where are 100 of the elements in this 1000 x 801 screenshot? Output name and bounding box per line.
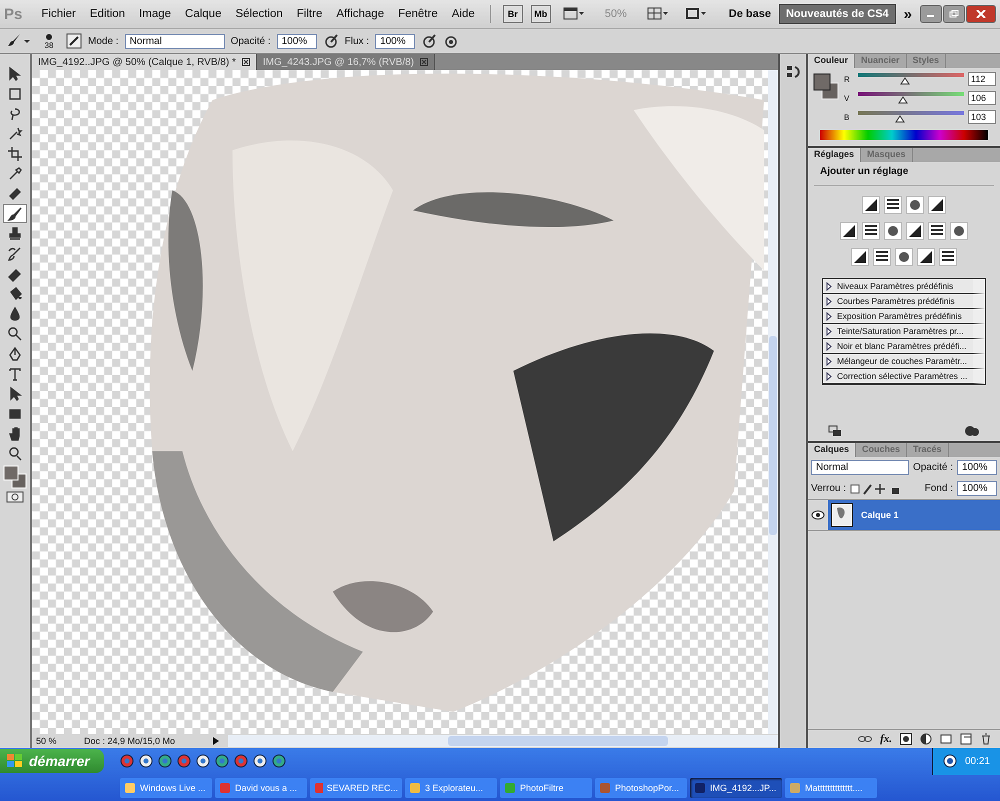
app-icon	[504, 782, 516, 794]
preset-item[interactable]: Teinte/Saturation Paramètres pr...	[823, 324, 985, 339]
mini-bridge-button[interactable]: Mb	[530, 5, 551, 23]
visibility-eye-icon[interactable]	[811, 510, 825, 520]
channel-value[interactable]: 112	[968, 72, 996, 86]
menu-item[interactable]: Fichier	[38, 8, 79, 20]
app-logo: Ps	[4, 6, 22, 22]
brush-tip-icon[interactable]	[44, 32, 54, 40]
opacity-label: Opacité :	[230, 36, 271, 46]
taskbar-button[interactable]: 3 Explorateu...	[405, 778, 497, 798]
windows-logo-icon	[6, 753, 24, 770]
channel-slider[interactable]	[858, 92, 964, 104]
preset-item[interactable]: Noir et blanc Paramètres prédéfi...	[823, 339, 985, 354]
app-icon	[219, 782, 231, 794]
lock-label: Verrou :	[811, 483, 846, 494]
panel-tab[interactable]: Réglages	[808, 148, 862, 162]
trash-icon[interactable]	[980, 733, 992, 745]
eye-icon[interactable]	[964, 425, 980, 437]
fill-label: Fond :	[924, 483, 953, 494]
mode-label: Mode :	[88, 36, 119, 46]
arrange-icon[interactable]	[646, 7, 669, 21]
new-layer-icon[interactable]	[960, 733, 972, 745]
taskbar-button[interactable]: SEVARED REC...	[310, 778, 402, 798]
color-spectrum[interactable]	[820, 130, 988, 140]
brush-size: 38	[44, 40, 54, 50]
document-size: Doc : 24,9 Mo/15,0 Mo	[84, 736, 176, 746]
mode-dropdown[interactable]: Normal	[124, 34, 225, 48]
brush-panel-icon[interactable]	[66, 33, 82, 49]
half-circle-icon[interactable]	[920, 733, 932, 745]
app-icon	[694, 782, 706, 794]
history-panel-icon[interactable]	[785, 64, 801, 80]
fill-field[interactable]: 100%	[957, 481, 997, 496]
preset-item[interactable]: Correction sélective Paramètres ...	[823, 369, 985, 384]
taskbar-button[interactable]: PhotoFiltre	[500, 778, 592, 798]
menu-item[interactable]: Affichage	[333, 8, 388, 20]
channel-value[interactable]: 106	[968, 91, 996, 105]
channel-label: R	[844, 74, 851, 84]
taskbar-button[interactable]: David vous a ...	[215, 778, 307, 798]
taskbar-button[interactable]: Matttttttttttttt....	[785, 778, 877, 798]
restore-button[interactable]	[943, 5, 965, 23]
document-tab[interactable]: IMG_4192..JPG @ 50% (Calque 1, RVB/8) *	[32, 54, 257, 70]
blend-mode-dropdown[interactable]: Normal	[811, 460, 909, 475]
color-swatches-icon[interactable]	[812, 72, 840, 102]
vertical-scrollbar[interactable]	[768, 70, 778, 734]
opacity-field[interactable]: 100%	[957, 460, 997, 475]
preset-item[interactable]: Niveaux Paramètres prédéfinis	[823, 279, 985, 294]
panel-heading: Ajouter un réglage	[814, 162, 994, 186]
minimize-button[interactable]	[920, 5, 942, 23]
tray-app-icon[interactable]	[942, 754, 957, 768]
bridge-button[interactable]: Br	[502, 5, 523, 23]
flow-label: Flux :	[344, 36, 370, 46]
channel-value[interactable]: 103	[968, 110, 996, 124]
preset-item[interactable]: Courbes Paramètres prédéfinis	[823, 294, 985, 309]
brush-icon[interactable]	[3, 204, 27, 223]
airbrush-icon[interactable]	[421, 33, 438, 49]
color-swatches-icon[interactable]	[2, 464, 28, 490]
layer-style-button[interactable]: fx.	[880, 733, 892, 745]
close-button[interactable]	[966, 5, 996, 23]
pressure-icon[interactable]	[322, 33, 339, 49]
taskbar-button[interactable]: IMG_4192...JP...	[690, 778, 782, 798]
channel-label: V	[844, 94, 850, 102]
panel-tab[interactable]: Couleur	[808, 54, 856, 68]
restore-icon	[949, 10, 959, 18]
menu-item[interactable]: Fenêtre	[395, 8, 441, 20]
horizontal-scrollbar[interactable]	[228, 735, 778, 747]
preset-item[interactable]: Exposition Paramètres prédéfinis	[823, 309, 985, 324]
app-icon	[789, 782, 801, 794]
menu-item[interactable]: Filtre	[294, 8, 326, 20]
close-tab-icon[interactable]	[242, 58, 250, 66]
quick-mask-icon[interactable]	[6, 491, 24, 503]
panel-tab[interactable]: Calques	[808, 443, 856, 457]
taskbar-button[interactable]: PhotoshopPor...	[595, 778, 687, 798]
mask-icon[interactable]	[900, 733, 912, 745]
workspace-label[interactable]: De base	[728, 8, 771, 20]
channel-slider[interactable]	[858, 111, 964, 123]
taskbar-button[interactable]: Windows Live ...	[120, 778, 212, 798]
zoom-level[interactable]: 50 %	[36, 736, 76, 746]
channel-label: B	[844, 112, 850, 122]
opacity-label: Opacité :	[912, 462, 953, 473]
menu-item[interactable]: Calque	[182, 8, 224, 20]
menu-item[interactable]: Image	[136, 8, 174, 20]
screen-mode-icon[interactable]	[684, 7, 707, 21]
opacity-field[interactable]: 100%	[276, 34, 317, 48]
view-extras-icon[interactable]	[562, 7, 585, 21]
app-icon	[409, 782, 421, 794]
menu-item[interactable]: Aide	[448, 8, 478, 20]
whats-new-button[interactable]: Nouveautés de CS4	[778, 4, 896, 24]
preset-item[interactable]: Mélangeur de couches Paramètr...	[823, 354, 985, 369]
link-icon[interactable]	[858, 734, 872, 744]
flow-field[interactable]: 100%	[375, 34, 416, 48]
more-workspaces[interactable]: »	[904, 6, 912, 22]
channel-slider[interactable]	[858, 73, 964, 85]
app-icon	[124, 782, 136, 794]
menu-item[interactable]: Sélection	[232, 8, 286, 20]
clip-icon[interactable]	[828, 425, 842, 437]
layer-thumbnail	[831, 503, 853, 527]
close-icon	[976, 10, 986, 18]
layer-row[interactable]: Calque 1	[828, 500, 1000, 530]
menu-item[interactable]: Edition	[86, 8, 128, 20]
status-menu-icon[interactable]	[212, 736, 220, 746]
